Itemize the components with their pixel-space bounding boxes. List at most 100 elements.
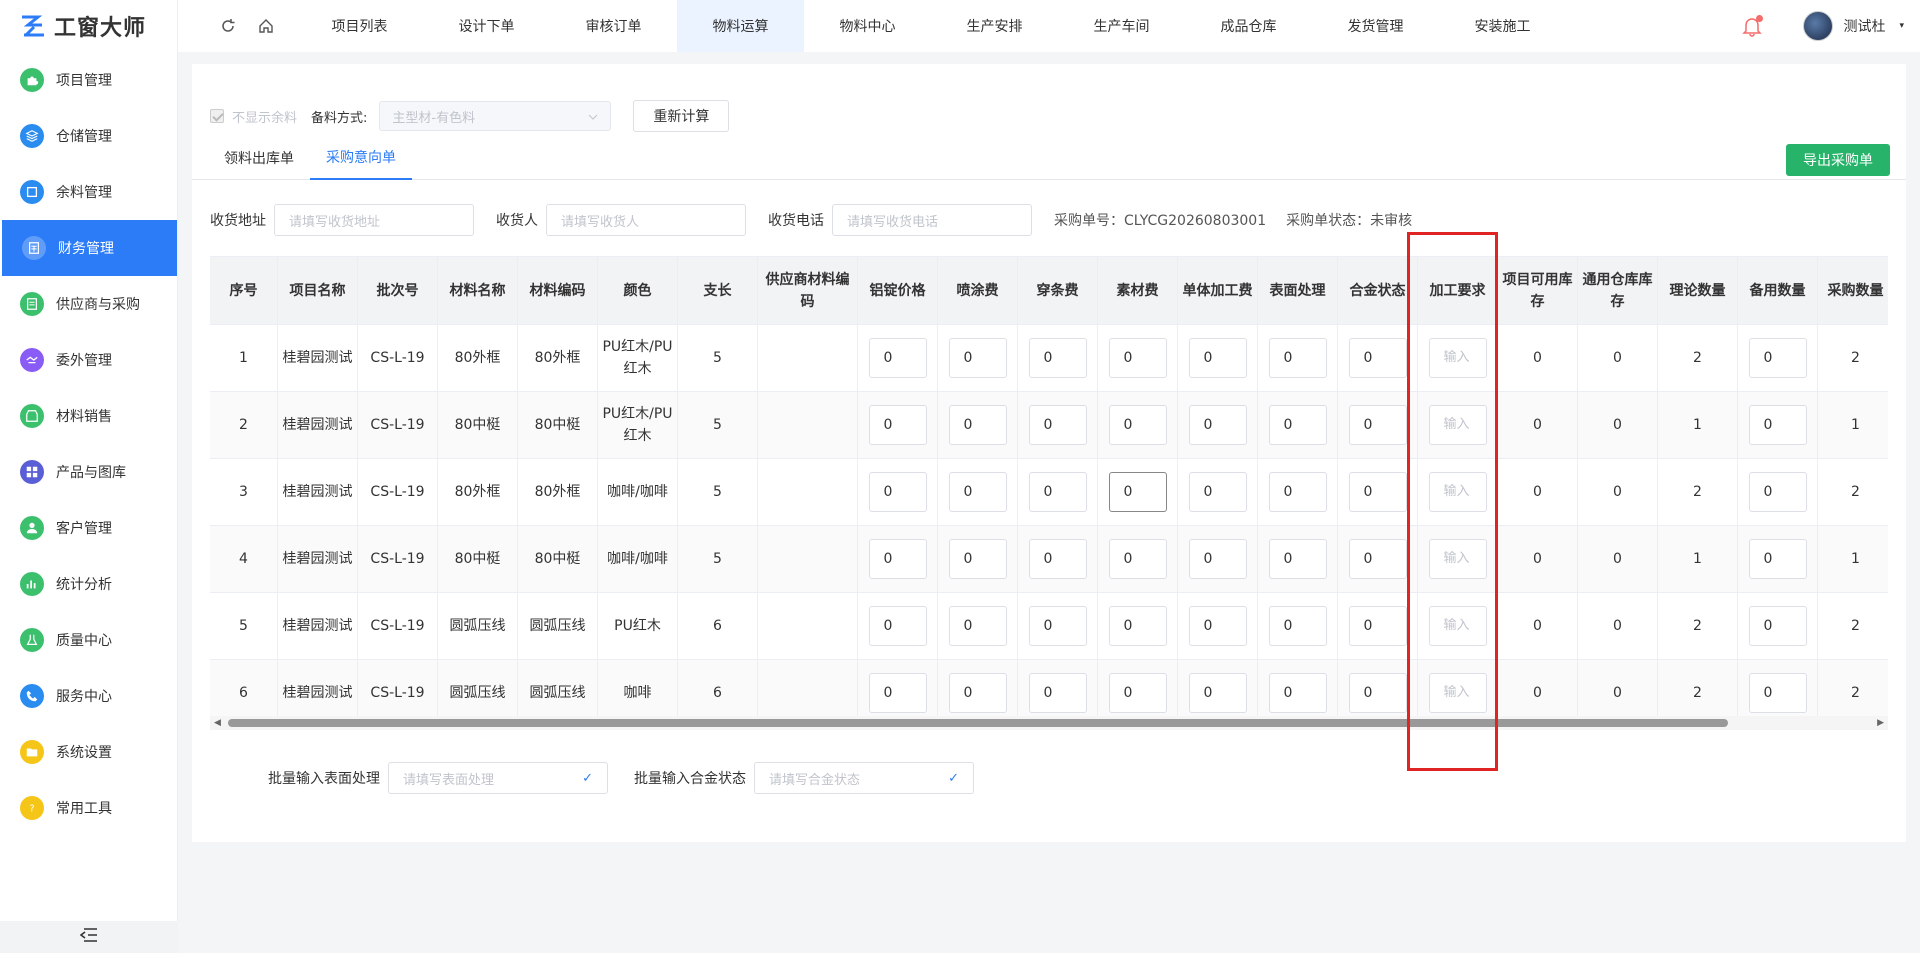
avatar[interactable]	[1803, 11, 1834, 41]
surface-input[interactable]: 0	[1268, 472, 1327, 512]
batch-alloy-select[interactable]: 请填写合金状态 ✓	[754, 762, 974, 794]
spray-input[interactable]: 0	[948, 673, 1007, 713]
ingot-input[interactable]: 0	[868, 673, 927, 713]
layers-icon	[20, 124, 44, 148]
notification-bell-icon[interactable]	[1741, 15, 1764, 37]
top-tab[interactable]: 审核订单	[550, 0, 677, 52]
spray-input[interactable]: 0	[948, 338, 1007, 378]
address-input[interactable]: 请填写收货地址	[274, 204, 474, 236]
unit_proc-input[interactable]: 0	[1188, 673, 1247, 713]
top-tab[interactable]: 发货管理	[1312, 0, 1439, 52]
spare-input[interactable]: 0	[1748, 673, 1807, 713]
sidebar-item-finance[interactable]: 财务管理	[2, 220, 177, 276]
sidebar-item-user[interactable]: 客户管理	[0, 500, 177, 556]
spare-input[interactable]: 0	[1748, 472, 1807, 512]
scrollbar-thumb[interactable]	[228, 719, 1728, 727]
spare-input[interactable]: 0	[1748, 606, 1807, 646]
material-input[interactable]: 0	[1108, 338, 1167, 378]
receiver-input[interactable]: 请填写收货人	[546, 204, 746, 236]
sidebar-item-puzzle[interactable]: 项目管理	[0, 52, 177, 108]
sidebar-item-folder[interactable]: 系统设置	[0, 724, 177, 780]
cell-alloy: 0	[1338, 526, 1418, 593]
spray-input[interactable]: 0	[948, 606, 1007, 646]
top-tab[interactable]: 成品仓库	[1185, 0, 1312, 52]
sidebar-item-chart[interactable]: 统计分析	[0, 556, 177, 612]
alloy-input[interactable]: 0	[1348, 539, 1407, 579]
alloy-input[interactable]: 0	[1348, 673, 1407, 713]
batch-surface-select[interactable]: 请填写表面处理 ✓	[388, 762, 608, 794]
sidebar-item-document[interactable]: 供应商与采购	[0, 276, 177, 332]
ingot-input[interactable]: 0	[868, 472, 927, 512]
scroll-right-icon[interactable]: ▶	[1877, 718, 1884, 728]
sidebar-item-layers[interactable]: 仓储管理	[0, 108, 177, 164]
strip-input[interactable]: 0	[1028, 472, 1087, 512]
unit_proc-input[interactable]: 0	[1188, 539, 1247, 579]
unit_proc-input[interactable]: 0	[1188, 405, 1247, 445]
sidebar-item-handshake[interactable]: 委外管理	[0, 332, 177, 388]
ingot-input[interactable]: 0	[868, 405, 927, 445]
cell-spare: 0	[1738, 459, 1818, 526]
phone-input[interactable]: 请填写收货电话	[832, 204, 1032, 236]
user-name[interactable]: 测试杜	[1843, 16, 1885, 36]
top-tab[interactable]: 设计下单	[423, 0, 550, 52]
sidebar-item-flask[interactable]: 质量中心	[0, 612, 177, 668]
scroll-left-icon[interactable]: ◀	[214, 718, 221, 728]
collapse-sidebar-button[interactable]	[0, 921, 178, 953]
unit_proc-input[interactable]: 0	[1188, 338, 1247, 378]
top-tab[interactable]: 生产安排	[931, 0, 1058, 52]
horizontal-scrollbar[interactable]: ◀ ▶	[210, 716, 1888, 730]
surface-input[interactable]: 0	[1268, 606, 1327, 646]
strip-input[interactable]: 0	[1028, 539, 1087, 579]
sidebar-item-help[interactable]: ? 常用工具	[0, 780, 177, 836]
chevron-down-icon[interactable]: ▾	[1899, 21, 1904, 31]
ingot-input[interactable]: 0	[868, 606, 927, 646]
hide-remnant-checkbox[interactable]	[210, 109, 224, 123]
surface-input[interactable]: 0	[1268, 539, 1327, 579]
spray-input[interactable]: 0	[948, 472, 1007, 512]
sidebar-item-gallery[interactable]: 产品与图库	[0, 444, 177, 500]
sub-tab[interactable]: 领料出库单	[208, 136, 310, 180]
refresh-icon[interactable]	[218, 16, 238, 36]
top-tab[interactable]: 生产车间	[1058, 0, 1185, 52]
spare-input[interactable]: 0	[1748, 338, 1807, 378]
material-input[interactable]: 0	[1108, 472, 1167, 512]
spare-input[interactable]: 0	[1748, 405, 1807, 445]
export-purchase-button[interactable]: 导出采购单	[1786, 144, 1890, 176]
surface-input[interactable]: 0	[1268, 673, 1327, 713]
material-input[interactable]: 0	[1108, 673, 1167, 713]
material-input[interactable]: 0	[1108, 539, 1167, 579]
alloy-input[interactable]: 0	[1348, 606, 1407, 646]
recalculate-button[interactable]: 重新计算	[633, 100, 730, 132]
sidebar-item-store[interactable]: 材料销售	[0, 388, 177, 444]
user-icon	[20, 516, 44, 540]
alloy-input[interactable]: 0	[1348, 405, 1407, 445]
surface-input[interactable]: 0	[1268, 338, 1327, 378]
spray-input[interactable]: 0	[948, 405, 1007, 445]
strip-input[interactable]: 0	[1028, 405, 1087, 445]
ingot-input[interactable]: 0	[868, 539, 927, 579]
top-tab[interactable]: 物料运算	[677, 0, 804, 52]
top-tab[interactable]: 项目列表	[296, 0, 423, 52]
strip-input[interactable]: 0	[1028, 673, 1087, 713]
material-input[interactable]: 0	[1108, 606, 1167, 646]
sidebar-item-box[interactable]: 余料管理	[0, 164, 177, 220]
method-select[interactable]: 主型材-有色料	[379, 101, 612, 131]
strip-input[interactable]: 0	[1028, 606, 1087, 646]
strip-input[interactable]: 0	[1028, 338, 1087, 378]
unit_proc-input[interactable]: 0	[1188, 606, 1247, 646]
sub-tab[interactable]: 采购意向单	[310, 136, 412, 180]
sidebar-item-phone[interactable]: 服务中心	[0, 668, 177, 724]
alloy-input[interactable]: 0	[1348, 472, 1407, 512]
unit_proc-input[interactable]: 0	[1188, 472, 1247, 512]
surface-input[interactable]: 0	[1268, 405, 1327, 445]
ingot-input[interactable]: 0	[868, 338, 927, 378]
alloy-input[interactable]: 0	[1348, 338, 1407, 378]
check-icon: ✓	[582, 770, 593, 786]
top-tab[interactable]: 安装施工	[1439, 0, 1566, 52]
app-logo[interactable]: 工窗大师	[0, 0, 177, 52]
spare-input[interactable]: 0	[1748, 539, 1807, 579]
material-input[interactable]: 0	[1108, 405, 1167, 445]
top-tab[interactable]: 物料中心	[804, 0, 931, 52]
home-icon[interactable]	[256, 16, 276, 36]
spray-input[interactable]: 0	[948, 539, 1007, 579]
